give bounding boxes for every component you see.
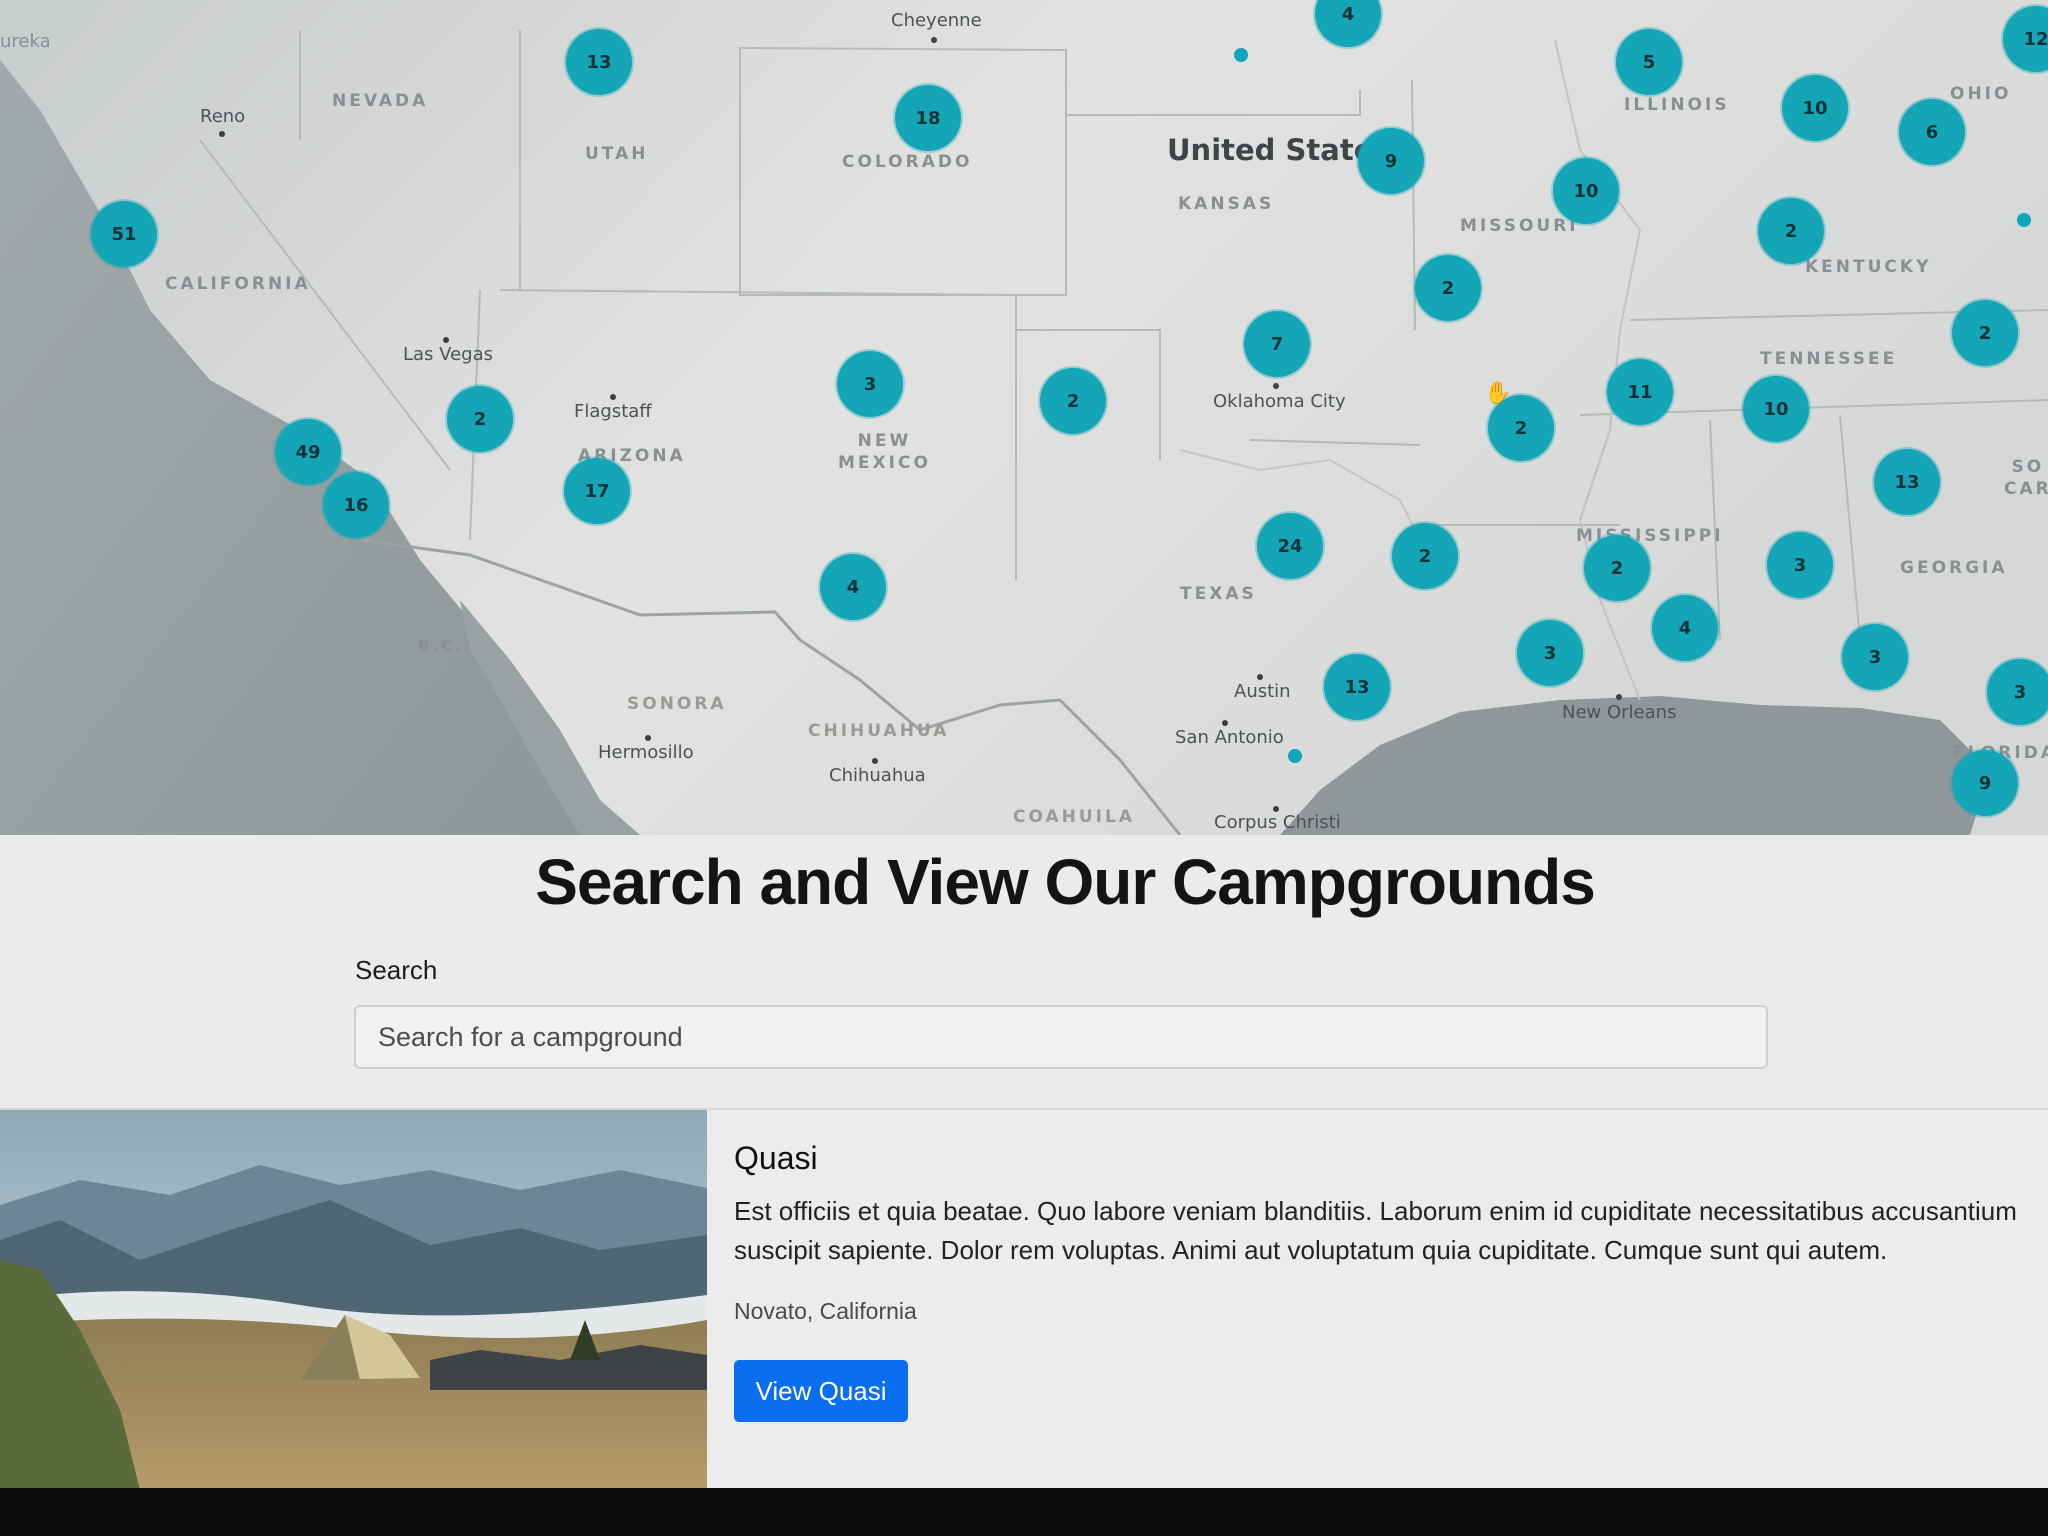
map-cluster-marker[interactable]: 3 [837,351,903,417]
state-label-tennessee: TENNESSEE [1760,349,1898,369]
state-label-nevada: NEVADA [332,91,429,111]
map-cluster-marker[interactable]: 3 [1987,659,2048,725]
state-label-utah: UTAH [585,144,649,164]
city-dot [1273,806,1279,812]
map-cluster-marker[interactable]: 3 [1767,532,1833,598]
city-label-new-orleans: New Orleans [1562,702,1677,723]
map-cluster-marker[interactable]: 13 [1324,654,1390,720]
state-label-texas: TEXAS [1180,584,1257,604]
map-cluster-marker[interactable]: 2 [1584,535,1650,601]
map-cluster-marker[interactable]: 2 [1952,300,2018,366]
region-label-sonora: SONORA [627,694,727,714]
state-label-south-carolina: SO CAR [2004,457,2048,499]
state-label-ohio: OHIO [1950,84,2012,104]
campground-location: Novato, California [734,1298,917,1324]
state-label-kansas: KANSAS [1178,194,1275,214]
map-cluster-marker[interactable]: 9 [1358,128,1424,194]
map-cluster-marker[interactable]: 10 [1553,158,1619,224]
city-label-eureka: ureka [0,31,51,52]
state-label-kentucky: KENTUCKY [1805,257,1932,277]
city-dot [219,131,225,137]
map-cluster-marker[interactable]: 2 [1758,198,1824,264]
map-cluster-marker[interactable]: 7 [1244,311,1310,377]
state-label-missouri: MISSOURI [1460,216,1579,236]
map-base [0,0,2048,835]
screen: NEVADA UTAH COLORADO KANSAS MISSOURI ILL… [0,0,2048,1488]
state-label-colorado: COLORADO [842,152,973,172]
campground-image [0,1110,707,1488]
map-point-marker[interactable] [1234,48,1248,62]
map-cluster-marker[interactable]: 13 [1874,449,1940,515]
campground-title: Quasi [734,1140,818,1176]
mountain-tent-photo [0,1110,707,1488]
search-input[interactable] [354,1005,1768,1069]
city-dot [1222,720,1228,726]
city-label-hermosillo: Hermosillo [598,742,694,763]
city-label-san-antonio: San Antonio [1175,727,1284,748]
city-label-reno: Reno [200,106,246,127]
city-label-chihuahua: Chihuahua [829,765,926,786]
state-label-illinois: ILLINOIS [1624,95,1730,115]
map-cluster-marker[interactable]: 2 [1392,523,1458,589]
map-cluster-marker[interactable]: 10 [1743,376,1809,442]
map-cluster-marker[interactable]: 49 [275,419,341,485]
city-label-austin: Austin [1234,681,1291,702]
city-dot [931,37,937,43]
map-cluster-marker[interactable]: 9 [1952,750,2018,816]
state-label-california: CALIFORNIA [165,274,311,294]
map-cluster-marker[interactable]: 3 [1517,620,1583,686]
city-label-las-vegas: Las Vegas [403,344,493,365]
hand-grab-icon: ✋ [1484,380,1512,405]
city-dot [645,735,651,741]
map-cluster-marker[interactable]: 17 [564,458,630,524]
city-label-cheyenne: Cheyenne [891,10,982,31]
region-label-chihuahua: CHIHUAHUA [808,721,950,741]
search-label: Search [355,955,438,985]
map-cluster-marker[interactable]: 2 [447,386,513,452]
cluster-map[interactable]: NEVADA UTAH COLORADO KANSAS MISSOURI ILL… [0,0,2048,835]
city-label-oklahoma-city: Oklahoma City [1213,391,1346,412]
map-cluster-marker[interactable]: 3 [1842,624,1908,690]
map-cluster-marker[interactable]: 18 [895,85,961,151]
city-dot [443,337,449,343]
city-dot [1273,383,1279,389]
city-dot [1257,674,1263,680]
map-cluster-marker[interactable]: 2 [1040,368,1106,434]
map-point-marker[interactable] [2017,213,2031,227]
campground-description: Est officiis et quia beatae. Quo labore … [734,1196,2017,1265]
city-dot [610,394,616,400]
map-cluster-marker[interactable]: 5 [1616,29,1682,95]
state-label-new-mexico: NEW MEXICO [838,431,931,473]
map-cluster-marker[interactable]: 10 [1782,75,1848,141]
region-label-coahuila: COAHUILA [1013,807,1135,827]
state-label-georgia: GEORGIA [1900,558,2008,578]
city-label-flagstaff: Flagstaff [574,401,652,422]
map-cluster-marker[interactable]: 6 [1899,99,1965,165]
map-cluster-marker[interactable]: 24 [1257,513,1323,579]
map-cluster-marker[interactable]: 16 [323,472,389,538]
city-label-corpus-christi: Corpus Christi [1214,812,1341,833]
view-campground-button[interactable]: View Quasi [734,1360,908,1422]
map-cluster-marker[interactable]: 11 [1607,359,1673,425]
map-point-marker[interactable] [1288,749,1302,763]
state-label-bc: B.C. [418,637,464,655]
map-cluster-marker[interactable]: 13 [566,29,632,95]
campground-card: Quasi Est officiis et quia beatae. Quo l… [0,1108,2048,1488]
map-cluster-marker[interactable]: 2 [1415,255,1481,321]
page-title: Search and View Our Campgrounds [535,846,1596,918]
city-dot [1616,694,1622,700]
city-dot [872,758,878,764]
map-cluster-marker[interactable]: 4 [1652,595,1718,661]
map-cluster-marker[interactable]: 4 [820,554,886,620]
map-cluster-marker[interactable]: 51 [91,201,157,267]
